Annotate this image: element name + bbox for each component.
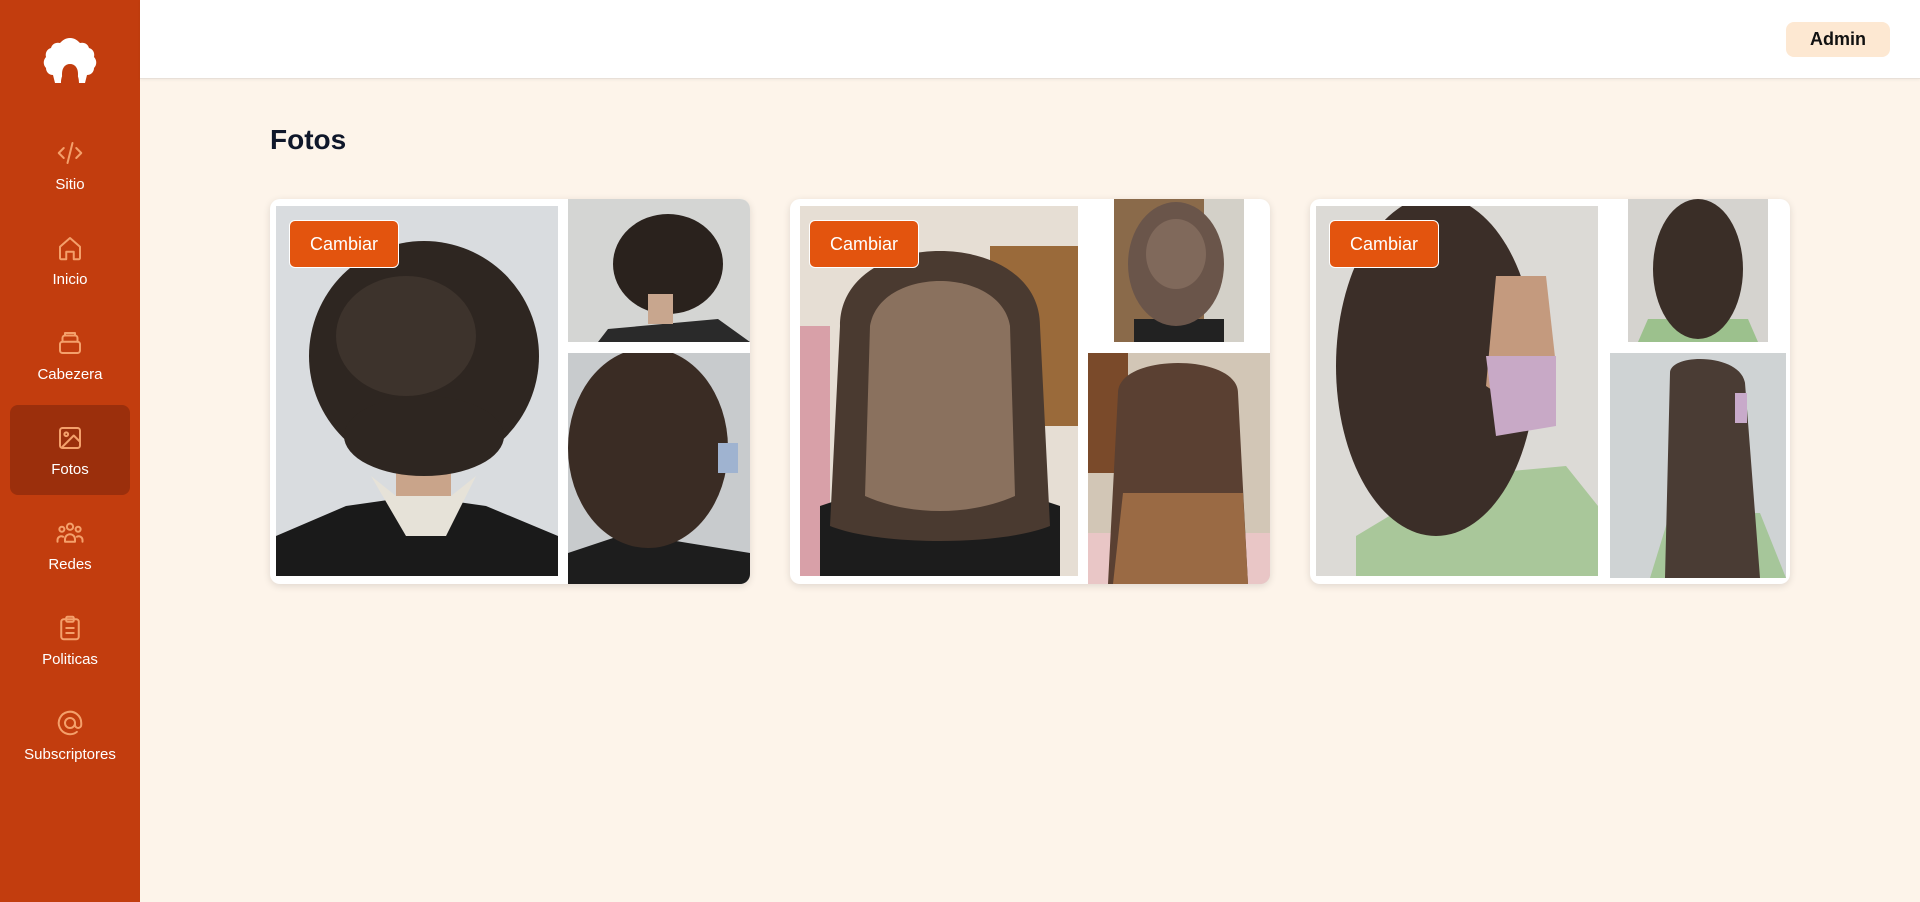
photo-card: Cambiar: [270, 199, 750, 584]
sidebar-item-subscriptores[interactable]: Subscriptores: [10, 690, 130, 780]
sidebar-item-politicas[interactable]: Politicas: [10, 595, 130, 685]
sidebar-item-cabezera[interactable]: Cabezera: [10, 310, 130, 400]
change-photos-button[interactable]: Cambiar: [289, 220, 399, 268]
sidebar-item-label: Redes: [48, 555, 92, 573]
page-title: Fotos: [270, 124, 347, 155]
change-photos-button[interactable]: Cambiar: [809, 220, 919, 268]
curly-shoulder-length-photo: [568, 353, 750, 584]
wavy-medium-back-photo: [1114, 199, 1244, 342]
sidebar-item-label: Fotos: [51, 460, 89, 478]
sidebar-item-label: Inicio: [52, 270, 88, 288]
admin-button[interactable]: Admin: [1786, 22, 1890, 57]
home-icon: [59, 236, 81, 260]
photo-card: Cambiar: [790, 199, 1270, 584]
sidebar-item-label: Sitio: [55, 175, 85, 193]
clipboard-icon: [60, 615, 80, 640]
users-icon: [56, 522, 84, 543]
code-icon: [57, 141, 83, 164]
long-wavy-brown-photo: [1088, 353, 1270, 584]
long-wavy-side-photo: [1610, 353, 1786, 578]
sidebar: Sitio Inicio Cabezera Fotos Redes Politi…: [0, 0, 140, 902]
sidebar-item-label: Politicas: [42, 650, 98, 668]
change-photos-button[interactable]: Cambiar: [1329, 220, 1439, 268]
top-bar: Admin: [140, 0, 1920, 79]
at-sign-icon: [57, 710, 83, 735]
image-icon: [59, 426, 81, 449]
sidebar-nav: Sitio Inicio Cabezera Fotos Redes Politi…: [0, 120, 140, 785]
layers-icon: [59, 331, 81, 354]
curly-bob-side-photo: [568, 199, 750, 342]
photo-card: Cambiar: [1310, 199, 1790, 584]
afro-hair-icon[interactable]: [43, 36, 97, 84]
curly-back-green-top-photo: [1628, 199, 1768, 342]
sidebar-item-label: Cabezera: [37, 365, 103, 383]
sidebar-item-sitio[interactable]: Sitio: [10, 120, 130, 210]
sidebar-item-label: Subscriptores: [24, 745, 116, 763]
sidebar-item-fotos[interactable]: Fotos: [10, 405, 130, 495]
sidebar-item-inicio[interactable]: Inicio: [10, 215, 130, 305]
sidebar-item-redes[interactable]: Redes: [10, 500, 130, 590]
